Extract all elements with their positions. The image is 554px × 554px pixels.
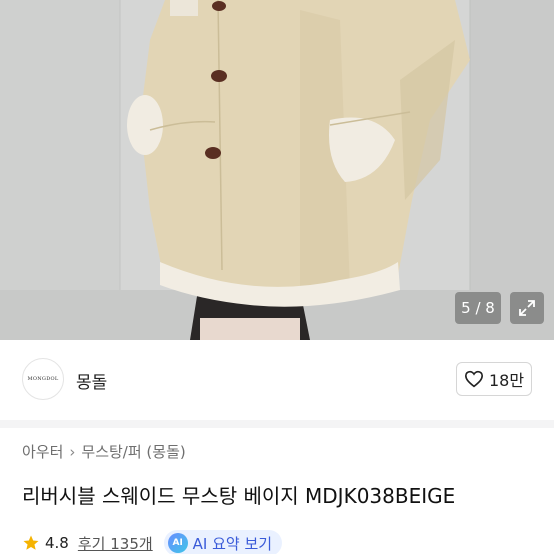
ai-summary-button[interactable]: AI AI 요약 보기 — [163, 530, 283, 554]
product-title: 리버시블 스웨이드 무스탕 베이지 MDJK038BEIGE — [22, 484, 456, 508]
expand-icon — [519, 300, 535, 316]
product-photo — [0, 0, 554, 340]
heart-icon — [464, 370, 483, 388]
product-image-gallery[interactable]: 5 / 8 — [0, 0, 554, 340]
shop-logo-text: MONGDOL — [27, 376, 59, 382]
rating-score: 4.8 — [45, 534, 69, 552]
section-divider — [0, 420, 554, 428]
ai-summary-label: AI 요약 보기 — [192, 534, 273, 553]
breadcrumb-item-outer[interactable]: 아우터 — [22, 441, 63, 462]
shop-row: MONGDOL 몽돌 18만 — [0, 340, 554, 420]
review-count-link[interactable]: 후기 135개 — [78, 533, 153, 554]
shop-logo[interactable]: MONGDOL — [22, 358, 64, 400]
like-count: 18만 — [488, 371, 525, 390]
image-counter: 5 / 8 — [455, 292, 501, 324]
like-button[interactable]: 18만 — [456, 362, 532, 396]
chevron-right-icon: › — [69, 442, 76, 461]
breadcrumb: 아우터 › 무스탕/퍼 (몽돌) — [22, 441, 186, 462]
rating-row: 4.8 후기 135개 AI AI 요약 보기 — [22, 530, 283, 554]
breadcrumb-item-category[interactable]: 무스탕/퍼 (몽돌) — [81, 441, 185, 462]
ai-badge-icon: AI — [167, 533, 188, 553]
star-icon — [23, 535, 39, 550]
shop-name[interactable]: 몽돌 — [76, 368, 107, 393]
expand-button[interactable] — [510, 292, 544, 324]
